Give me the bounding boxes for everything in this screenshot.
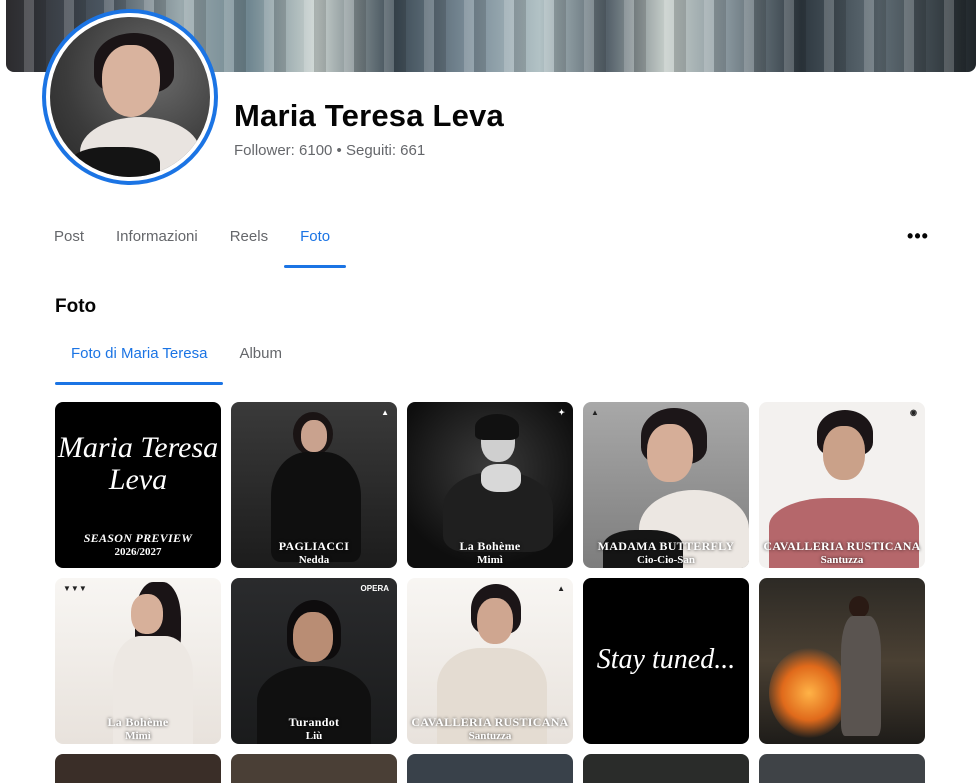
theatre-logo-icon: ▲ [381, 408, 389, 417]
profile-tabs: Post Informazioni Reels Foto [38, 222, 347, 268]
photo-tile[interactable]: ▼▼▼ La Bohème Mimì [55, 578, 221, 744]
photo-tile-partial[interactable] [407, 754, 573, 783]
photo-tile[interactable] [759, 578, 925, 744]
theatre-logo-icon: ✦ [558, 408, 565, 417]
theatre-logo-icon: ▼▼▼ [63, 584, 87, 593]
tab-informazioni[interactable]: Informazioni [100, 222, 214, 268]
tile-caption-title: SEASON PREVIEW [83, 531, 193, 545]
photo-tile[interactable]: Stay tuned... [583, 578, 749, 744]
tile-caption-sub: Nedda [298, 554, 330, 566]
photo-tile[interactable]: ▲ MADAMA BUTTERFLY Cio-Cio-San [583, 402, 749, 568]
subtab-album[interactable]: Album [223, 338, 298, 385]
tile-caption-title: MADAMA BUTTERFLY [597, 539, 735, 553]
tile-big-text: Stay tuned... [596, 644, 736, 675]
tile-big-text-2: Leva [108, 463, 168, 496]
photo-tile[interactable]: Maria Teresa Leva SEASON PREVIEW 2026/20… [55, 402, 221, 568]
tile-caption-title: La Bohème [459, 539, 521, 553]
tile-caption-sub: Cio-Cio-San [636, 554, 696, 566]
tile-caption-sub: Liù [305, 730, 323, 742]
photo-tile-partial[interactable] [759, 754, 925, 783]
tile-caption-title: PAGLIACCI [278, 539, 350, 553]
tile-caption-title: Turandot [288, 715, 340, 729]
theatre-logo-icon: ▲ [557, 584, 565, 593]
tile-caption-title: CAVALLERIA RUSTICANA [763, 539, 921, 553]
tile-big-text: Maria Teresa [57, 431, 219, 464]
subtab-foto-di[interactable]: Foto di Maria Teresa [55, 338, 224, 385]
photo-grid: Maria Teresa Leva SEASON PREVIEW 2026/20… [55, 402, 927, 744]
tile-caption-title: CAVALLERIA RUSTICANA [411, 715, 569, 729]
tile-caption-sub: Santuzza [468, 730, 512, 742]
more-horizontal-icon[interactable]: ••• [906, 224, 930, 248]
tile-caption-title: La Bohème [107, 715, 169, 729]
photo-tile[interactable]: ✦ La Bohème Mimì [407, 402, 573, 568]
tab-reels[interactable]: Reels [214, 222, 284, 268]
tile-caption-sub: Mimì [477, 554, 503, 566]
photo-tile[interactable]: ◉ CAVALLERIA RUSTICANA Santuzza [759, 402, 925, 568]
photo-tile[interactable]: ▲ CAVALLERIA RUSTICANA Santuzza [407, 578, 573, 744]
profile-name: Maria Teresa Leva [234, 98, 504, 133]
opera-logo: OPERA [360, 584, 389, 593]
photo-tile[interactable]: OPERA Turandot Liù [231, 578, 397, 744]
photo-tile-partial[interactable] [231, 754, 397, 783]
tile-caption-sub: Santuzza [820, 554, 864, 566]
theatre-logo-icon: ▲ [591, 408, 599, 417]
photo-subtabs: Foto di Maria Teresa Album [55, 338, 298, 385]
photo-tile-partial[interactable] [583, 754, 749, 783]
tile-caption-sub: Mimì [125, 730, 151, 742]
tab-foto[interactable]: Foto [284, 222, 347, 268]
profile-avatar[interactable] [42, 9, 218, 185]
theatre-logo-icon: ◉ [910, 408, 917, 417]
tab-post[interactable]: Post [38, 222, 100, 268]
profile-stats[interactable]: Follower: 6100 • Seguiti: 661 [234, 142, 425, 159]
photo-tile-partial[interactable] [55, 754, 221, 783]
section-title: Foto [55, 296, 97, 317]
tile-caption-sub: 2026/2027 [114, 546, 162, 558]
photo-tile[interactable]: ▲ PAGLIACCI Nedda [231, 402, 397, 568]
